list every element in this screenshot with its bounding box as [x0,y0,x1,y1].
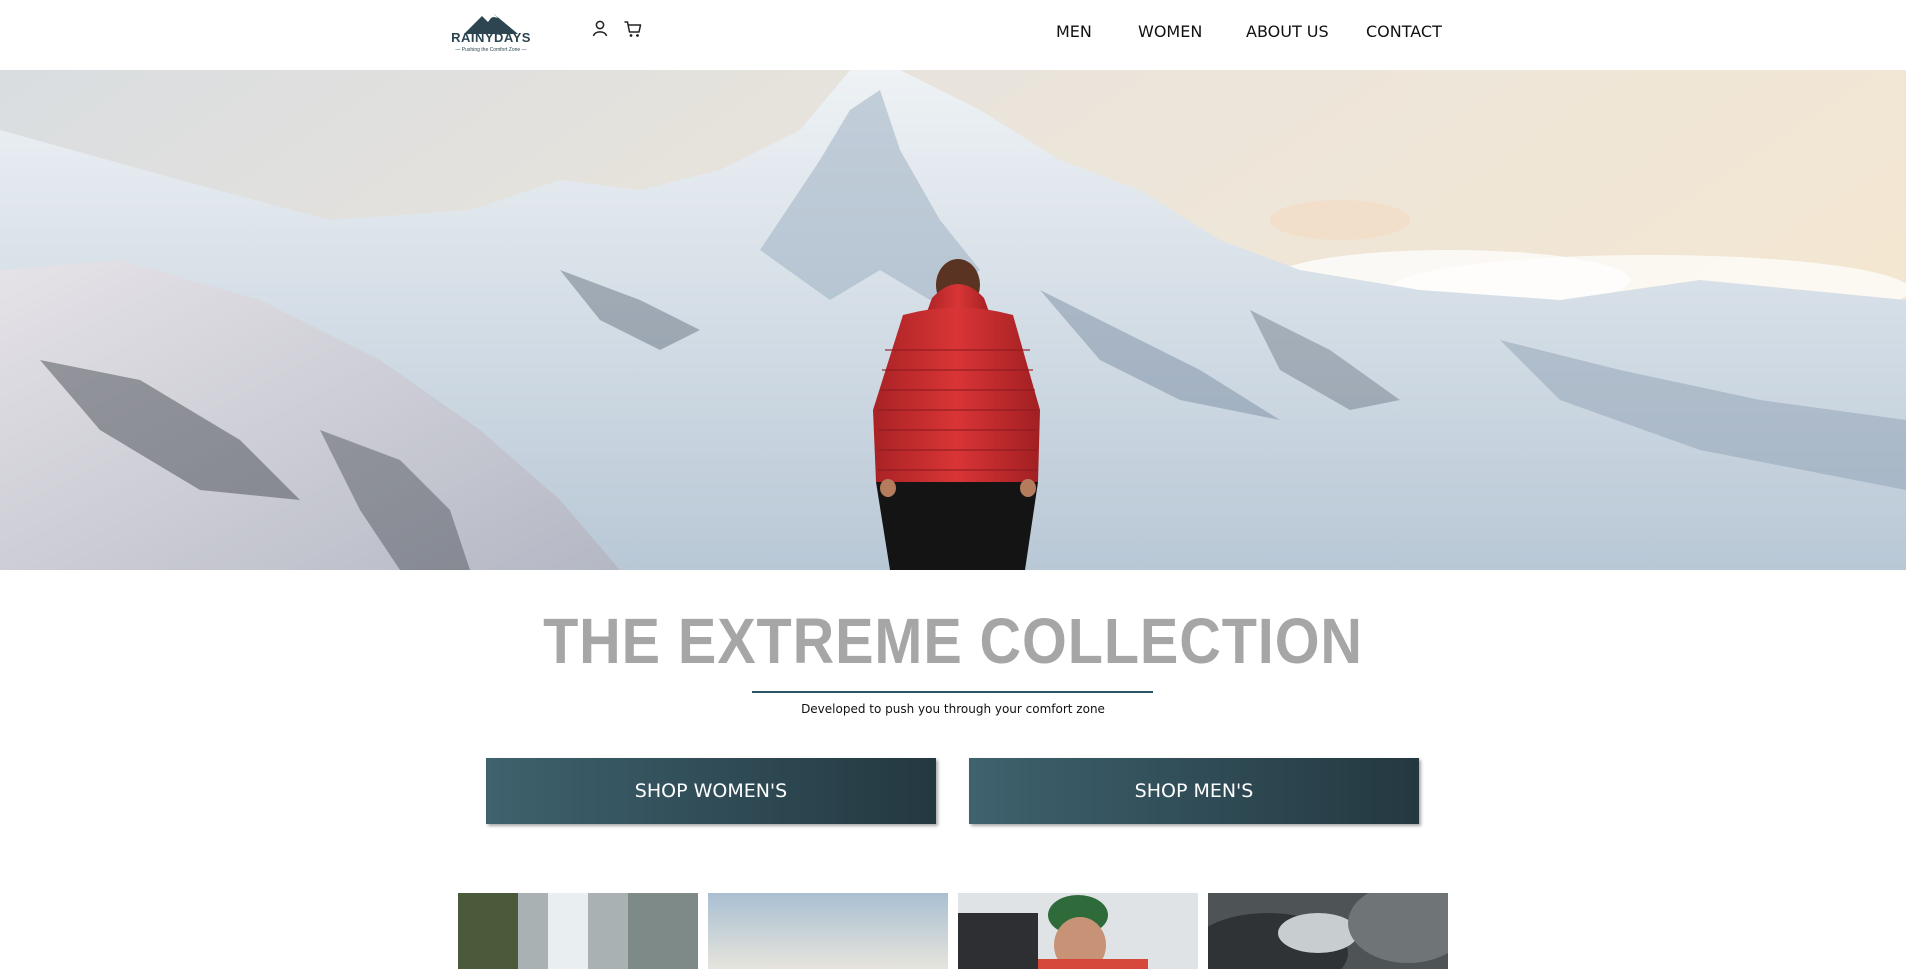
rainydays-logo[interactable]: RAINYDAYS — Pushing the Comfort Zone — [450,12,532,60]
shop-mens-button[interactable]: SHOP MEN'S [969,758,1419,824]
shop-womens-button[interactable]: SHOP WOMEN'S [486,758,936,824]
gallery-waterfall-image[interactable] [458,893,698,969]
hero-banner [0,70,1906,570]
collection-title: THE EXTREME COLLECTION [543,605,1363,677]
cart-icon[interactable] [623,19,643,39]
nav-men[interactable]: MEN [1056,22,1092,41]
gallery-sky-image[interactable] [708,893,948,969]
logo-wordmark: RAINYDAYS [451,30,531,45]
logo-tagline: — Pushing the Comfort Zone — [455,47,527,53]
nav-contact[interactable]: CONTACT [1366,22,1442,41]
gallery-rocks-image[interactable] [1208,893,1448,969]
site-header: RAINYDAYS — Pushing the Comfort Zone — M… [0,0,1906,71]
collection-subtitle: Developed to push you through your comfo… [801,702,1105,716]
nav-women[interactable]: WOMEN [1138,22,1202,41]
gallery-hiker-image[interactable] [958,893,1198,969]
user-icon[interactable] [590,19,610,39]
nav-about-us[interactable]: ABOUT US [1246,22,1329,41]
title-divider [752,691,1153,693]
hero-mountain-image [0,70,1906,570]
